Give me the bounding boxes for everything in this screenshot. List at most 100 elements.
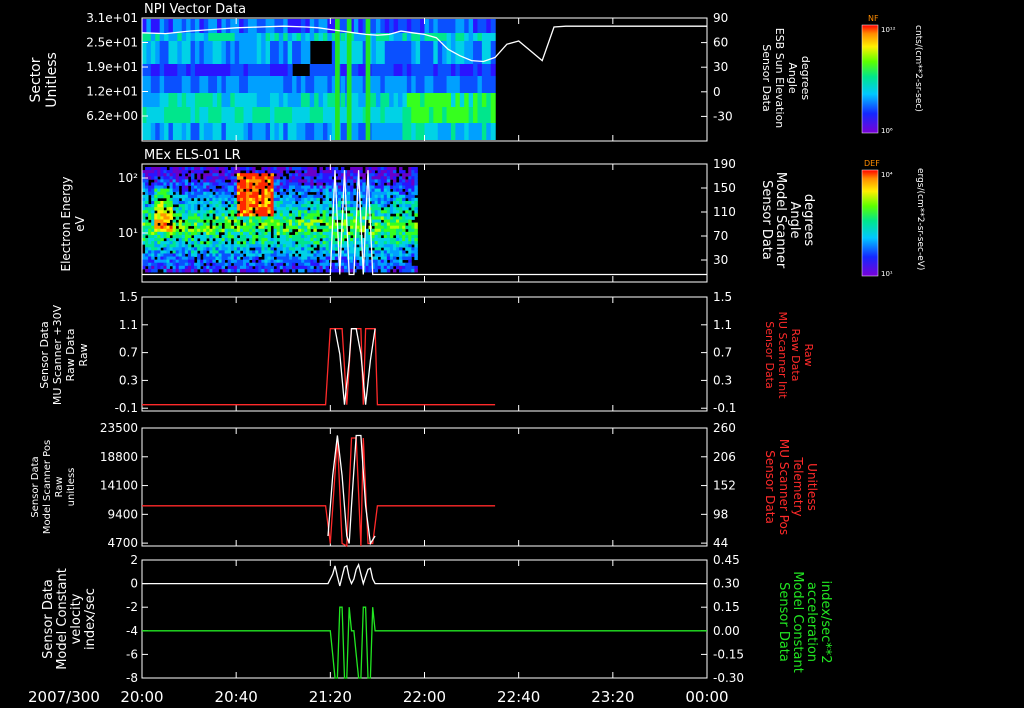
panel-2-heat-cell xyxy=(396,188,400,193)
panel-2-heat-cell xyxy=(356,250,360,254)
panel-2-heat-cell xyxy=(224,234,229,239)
panel-2-heat-cell xyxy=(154,207,158,211)
panel-2-heat-cell xyxy=(200,225,204,230)
panel-2-heat-cell xyxy=(386,176,391,180)
panel-2-heat-cell xyxy=(347,200,351,205)
panel-2-heat-cell xyxy=(380,197,385,202)
panel-2-heat-cell xyxy=(233,185,238,190)
panel-2-heat-cell xyxy=(166,170,170,174)
panel-2-heat-cell xyxy=(218,210,222,214)
panel-2-heat-cell xyxy=(200,194,204,199)
panel-2-heat-cell xyxy=(236,268,241,273)
panel-2-heat-cell xyxy=(383,176,388,180)
panel-1-heat-cell xyxy=(199,41,205,64)
panel-2-heat-cell xyxy=(264,250,268,254)
panel-2-heat-cell xyxy=(252,179,256,183)
panel-2-heat-cell xyxy=(386,185,391,190)
panel-2-heat-cell xyxy=(285,268,290,273)
panel-1-heat-cell xyxy=(225,19,231,33)
panel-2-heat-cell xyxy=(184,176,189,180)
panel-2-heat-cell xyxy=(166,182,170,186)
panel-2-heat-cell xyxy=(392,170,397,174)
panel-2-heat-cell xyxy=(218,256,222,261)
panel-2-heat-cell xyxy=(408,231,412,236)
panel-1-heat-cell xyxy=(217,19,223,33)
panel-2-heat-cell xyxy=(249,228,253,233)
panel-2-heat-cell xyxy=(298,222,302,227)
panel-2-heat-cell xyxy=(181,247,186,251)
panel-2-heat-cell xyxy=(206,265,210,270)
panel-2-heat-cell xyxy=(301,225,305,230)
panel-2-heat-cell xyxy=(252,241,256,245)
panel-2-heat-cell xyxy=(160,194,164,199)
panel-1-heat-cell xyxy=(181,41,187,64)
panel-1-heat-cell xyxy=(142,64,148,76)
panel-2-heat-cell xyxy=(386,200,391,205)
panel-2-heat-cell xyxy=(148,268,152,273)
panel-2-heat-cell xyxy=(396,265,400,270)
panel-2-heat-cell xyxy=(408,268,412,273)
panel-2-heat-cell xyxy=(264,188,268,193)
panel-2-heat-cell xyxy=(236,194,241,199)
panel-3-ylabel-line-4: Raw xyxy=(77,343,90,366)
panel-2-heat-cell xyxy=(157,231,161,236)
panel-2-heat-cell xyxy=(291,213,296,217)
panel-2-heat-cell xyxy=(273,194,278,199)
panel-1-heat-cell xyxy=(212,41,218,64)
panel-2-heat-cell xyxy=(239,253,244,257)
panel-2-heat-cell xyxy=(175,210,180,214)
panel-2-heat-cell xyxy=(276,197,281,202)
panel-2-heat-cell xyxy=(197,200,201,205)
panel-2-heat-cell xyxy=(175,247,180,251)
panel-2-heat-cell xyxy=(295,194,299,199)
panel-2-heat-cell xyxy=(301,222,305,227)
panel-2-heat-cell xyxy=(264,219,268,223)
panel-2-heat-cell xyxy=(206,247,210,251)
panel-1-heat-cell xyxy=(230,41,236,64)
panel-1-heat-cell xyxy=(300,123,306,140)
panel-1-heat-cell xyxy=(221,19,227,33)
panel-2-heat-cell xyxy=(190,265,195,270)
panel-2-heat-cell xyxy=(350,194,354,199)
panel-2-heat-cell xyxy=(295,182,299,186)
panel-1-heat-cell xyxy=(172,64,178,76)
panel-2-heat-cell xyxy=(374,191,379,196)
panel-1-heat-cell xyxy=(450,107,456,123)
panel-1-heat-cell xyxy=(203,123,209,140)
panel-1-heat-cell xyxy=(221,107,227,123)
panel-2-heat-cell xyxy=(145,250,149,254)
panel-2-heat-cell xyxy=(325,194,330,199)
panel-2-heat-cell xyxy=(200,259,204,264)
panel-2-heat-cell xyxy=(148,238,152,242)
panel-1-heat-cell xyxy=(164,93,170,107)
panel-2-heat-cell xyxy=(276,179,281,183)
panel-2-heat-cell xyxy=(181,234,186,239)
panel-1-heat-cell xyxy=(168,93,174,107)
panel-2-heat-cell xyxy=(383,207,388,211)
panel-1-heat-cell xyxy=(278,76,284,93)
panel-1-heat-cell xyxy=(433,41,439,64)
panel-2-heat-cell xyxy=(264,262,268,267)
panel-2-heat-cell xyxy=(298,268,302,273)
panel-2-heat-cell xyxy=(264,191,268,196)
panel-2-heat-cell xyxy=(414,250,418,254)
panel-2-heat-cell xyxy=(221,188,226,193)
panel-2-heat-cell xyxy=(261,225,265,230)
panel-2-heat-cell xyxy=(392,219,397,223)
panel-2-heat-cell xyxy=(233,231,238,236)
panel-2-heat-cell xyxy=(298,234,302,239)
panel-1-heat-cell xyxy=(424,107,430,123)
panel-4-left-tick-label: 4700 xyxy=(107,536,138,550)
panel-1-heat-cell xyxy=(464,76,470,93)
panel-2-heat-cell xyxy=(386,194,391,199)
panel-2-heat-cell xyxy=(301,247,305,251)
panel-2-heat-cell xyxy=(313,170,317,174)
panel-2-heat-cell xyxy=(374,197,379,202)
panel-2-heat-cell xyxy=(145,268,149,273)
panel-3-right-tick-label: 1.5 xyxy=(713,290,732,304)
panel-2-heat-cell xyxy=(380,185,385,190)
panel-2-heat-cell xyxy=(386,173,391,177)
panel-1-heat-cell xyxy=(353,123,359,140)
panel-2-heat-cell xyxy=(325,170,330,174)
panel-1-heat-cell xyxy=(194,93,200,107)
